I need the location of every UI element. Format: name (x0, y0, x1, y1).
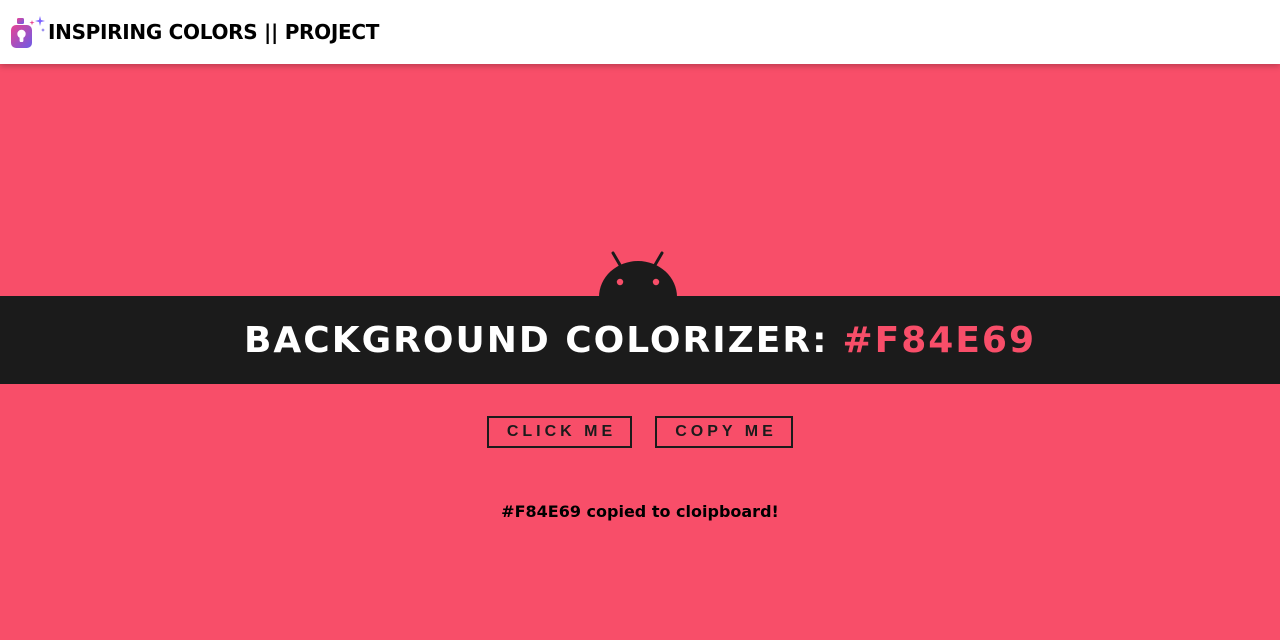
android-head-icon (599, 251, 677, 297)
copy-status-message: #F84E69 copied to cloipboard! (501, 502, 779, 521)
android-eye-right (652, 278, 660, 286)
banner-title: BACKGROUND COLORIZER: #F84E69 (244, 320, 1036, 361)
copy-me-button[interactable]: COPY ME (655, 416, 793, 448)
paint-bottle-sparkle-icon[interactable] (10, 14, 46, 50)
title-banner: BACKGROUND COLORIZER: #F84E69 (0, 296, 1280, 384)
current-hex-value: #F84E69 (842, 319, 1037, 361)
android-eye-left (616, 278, 624, 286)
click-me-button[interactable]: CLICK ME (487, 416, 632, 448)
navbar: INSPIRING COLORS || PROJECT (0, 0, 1280, 64)
brand-title: INSPIRING COLORS || PROJECT (48, 20, 380, 44)
banner-label: BACKGROUND COLORIZER: (243, 319, 829, 361)
